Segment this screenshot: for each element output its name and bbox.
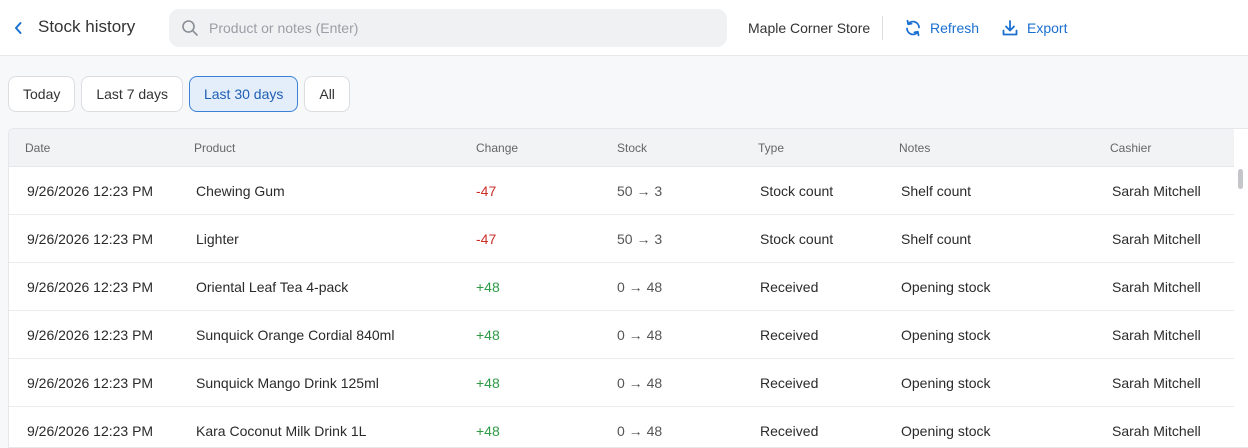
cell-notes: Opening stock bbox=[901, 375, 991, 391]
cell-type: Received bbox=[760, 327, 819, 343]
cell-stock: 0 → 48 bbox=[617, 375, 663, 391]
cell-product: Kara Coconut Milk Drink 1L bbox=[196, 423, 367, 439]
cell-change: +48 bbox=[476, 327, 500, 343]
cell-stock: 0 → 48 bbox=[617, 423, 663, 439]
table-scrollbar[interactable] bbox=[1234, 129, 1248, 447]
cell-notes: Shelf count bbox=[901, 183, 972, 199]
filter-last-7-days[interactable]: Last 7 days bbox=[81, 76, 183, 112]
cell-product: Sunquick Orange Cordial 840ml bbox=[196, 327, 395, 343]
cell-date: 9/26/2026 12:23 PM bbox=[27, 327, 154, 343]
refresh-label: Refresh bbox=[930, 20, 980, 36]
column-header-stock[interactable]: Stock bbox=[617, 141, 647, 155]
cell-stock: 0 → 48 bbox=[617, 279, 663, 295]
search-icon bbox=[181, 19, 199, 37]
cell-notes: Opening stock bbox=[901, 279, 991, 295]
scrollbar-thumb[interactable] bbox=[1238, 169, 1243, 189]
column-header-type[interactable]: Type bbox=[758, 141, 784, 155]
export-button[interactable]: Export bbox=[1001, 14, 1067, 42]
cell-stock: 50 → 3 bbox=[617, 231, 663, 247]
table-header: Date Product Change Stock Type Notes Cas… bbox=[9, 129, 1235, 167]
cell-cashier: Sarah Mitchell bbox=[1112, 327, 1201, 343]
cell-change: -47 bbox=[476, 183, 497, 199]
cell-product: Sunquick Mango Drink 125ml bbox=[196, 375, 379, 391]
download-icon bbox=[1001, 19, 1019, 37]
cell-date: 9/26/2026 12:23 PM bbox=[27, 183, 154, 199]
table-row[interactable]: 9/26/2026 12:23 PM Sunquick Orange Cordi… bbox=[9, 311, 1235, 359]
column-header-product[interactable]: Product bbox=[194, 141, 235, 155]
table-row[interactable]: 9/26/2026 12:23 PM Chewing Gum -47 50 → … bbox=[9, 167, 1235, 215]
cell-notes: Shelf count bbox=[901, 231, 972, 247]
cell-cashier: Sarah Mitchell bbox=[1112, 279, 1201, 295]
filter-all[interactable]: All bbox=[304, 76, 350, 112]
cell-cashier: Sarah Mitchell bbox=[1112, 423, 1201, 439]
store-name: Maple Corner Store bbox=[748, 20, 871, 36]
cell-change: -47 bbox=[476, 231, 497, 247]
cell-product: Oriental Leaf Tea 4-pack bbox=[196, 279, 349, 295]
cell-cashier: Sarah Mitchell bbox=[1112, 183, 1201, 199]
cell-date: 9/26/2026 12:23 PM bbox=[27, 279, 154, 295]
table-row[interactable]: 9/26/2026 12:23 PM Kara Coconut Milk Dri… bbox=[9, 407, 1235, 447]
filter-today[interactable]: Today bbox=[8, 76, 76, 112]
refresh-icon bbox=[904, 19, 922, 37]
column-header-date[interactable]: Date bbox=[25, 141, 50, 155]
column-header-cashier[interactable]: Cashier bbox=[1110, 141, 1151, 155]
refresh-button[interactable]: Refresh bbox=[904, 14, 979, 42]
date-filter-group: Today Last 7 days Last 30 days All bbox=[8, 76, 350, 112]
cell-stock: 0 → 48 bbox=[617, 327, 663, 343]
search-box[interactable] bbox=[169, 9, 727, 47]
table-row[interactable]: 9/26/2026 12:23 PM Oriental Leaf Tea 4-p… bbox=[9, 263, 1235, 311]
cell-cashier: Sarah Mitchell bbox=[1112, 375, 1201, 391]
export-label: Export bbox=[1027, 20, 1068, 36]
cell-type: Stock count bbox=[760, 183, 834, 199]
filter-last-30-days[interactable]: Last 30 days bbox=[188, 76, 299, 112]
table-row[interactable]: 9/26/2026 12:23 PM Lighter -47 50 → 3 St… bbox=[9, 215, 1235, 263]
cell-type: Received bbox=[760, 279, 819, 295]
cell-type: Received bbox=[760, 375, 819, 391]
cell-date: 9/26/2026 12:23 PM bbox=[27, 231, 154, 247]
cell-notes: Opening stock bbox=[901, 327, 991, 343]
cell-change: +48 bbox=[476, 423, 500, 439]
cell-date: 9/26/2026 12:23 PM bbox=[27, 375, 154, 391]
cell-cashier: Sarah Mitchell bbox=[1112, 231, 1201, 247]
cell-product: Lighter bbox=[196, 231, 239, 247]
cell-type: Stock count bbox=[760, 231, 834, 247]
cell-change: +48 bbox=[476, 279, 500, 295]
cell-change: +48 bbox=[476, 375, 500, 391]
column-header-change[interactable]: Change bbox=[476, 141, 518, 155]
chevron-left-icon bbox=[15, 22, 22, 34]
table-row[interactable]: 9/26/2026 12:23 PM Sunquick Mango Drink … bbox=[9, 359, 1235, 407]
top-bar: Stock history Maple Corner Store Refresh… bbox=[0, 0, 1248, 56]
cell-notes: Opening stock bbox=[901, 423, 991, 439]
page-title: Stock history bbox=[38, 17, 136, 36]
cell-date: 9/26/2026 12:23 PM bbox=[27, 423, 154, 439]
stock-history-table: Date Product Change Stock Type Notes Cas… bbox=[8, 128, 1248, 448]
column-header-notes[interactable]: Notes bbox=[899, 141, 930, 155]
divider bbox=[882, 16, 883, 40]
search-input[interactable] bbox=[209, 20, 709, 36]
cell-product: Chewing Gum bbox=[196, 183, 285, 199]
back-button[interactable] bbox=[6, 14, 30, 42]
cell-type: Received bbox=[760, 423, 819, 439]
cell-stock: 50 → 3 bbox=[617, 183, 663, 199]
